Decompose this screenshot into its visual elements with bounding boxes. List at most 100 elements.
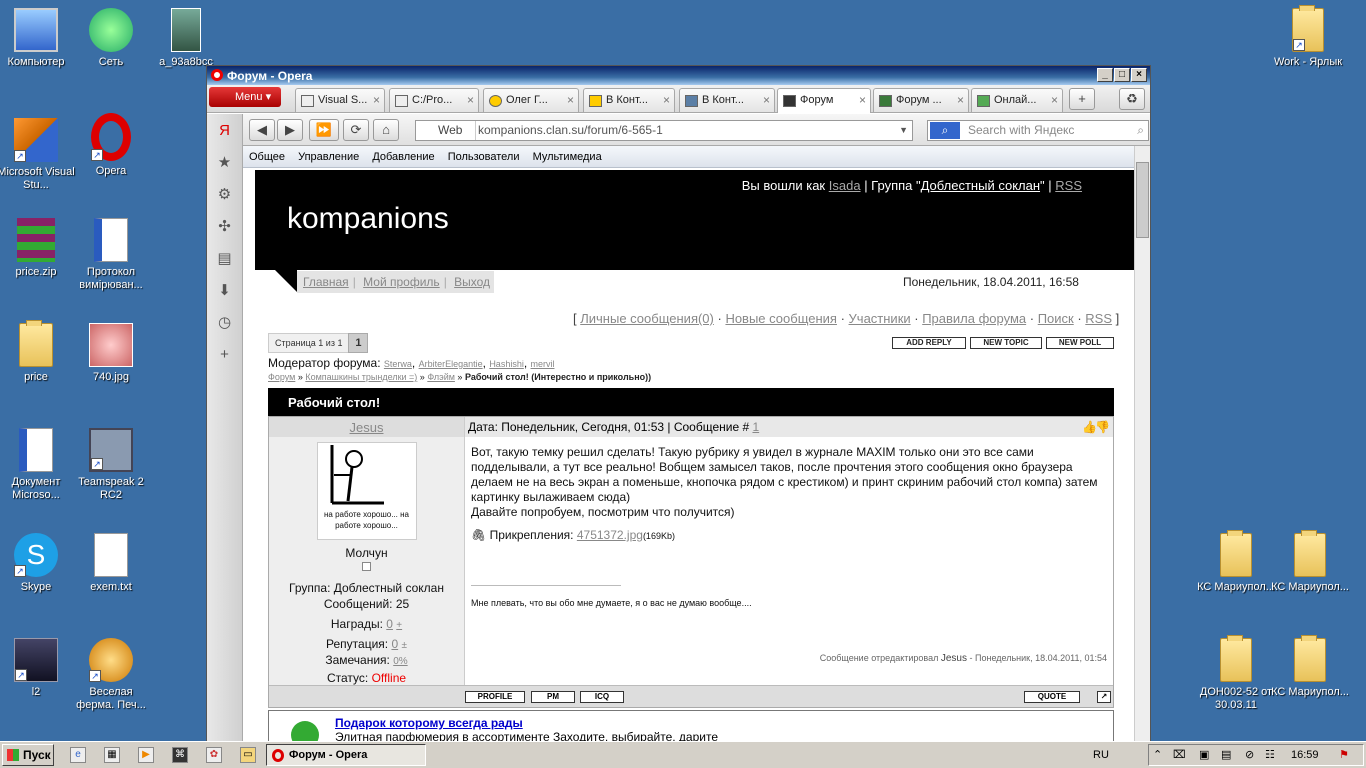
close-tab-icon[interactable]: × (373, 93, 380, 107)
desktop-icon-l2[interactable]: ↗ l2 (0, 638, 76, 699)
close-tab-icon[interactable]: × (763, 93, 770, 107)
add-reply-button[interactable]: ADD REPLY (892, 337, 966, 349)
desktop-icon-computer[interactable]: Компьютер (0, 8, 76, 69)
close-tab-icon[interactable]: × (467, 93, 474, 107)
thumbs-down-icon[interactable]: 👎 (1095, 420, 1110, 434)
language-indicator[interactable]: RU (1093, 749, 1109, 761)
private-messages-link[interactable]: Личные сообщения(0) (580, 311, 714, 326)
app-icon[interactable]: ✿ (206, 747, 222, 763)
terminal-icon[interactable]: ⌘ (172, 747, 188, 763)
flag-icon[interactable]: ⚑ (1339, 748, 1349, 761)
back-button[interactable]: ◀ (249, 119, 275, 141)
scroll-thumb[interactable] (1136, 162, 1149, 238)
window-titlebar[interactable]: Форум - Opera _ □ × (207, 66, 1150, 85)
media-player-icon[interactable]: ▶ (138, 747, 154, 763)
opera-menu-button[interactable]: Menu ▾ (209, 87, 281, 107)
tab-forum-2[interactable]: Форум ... × (873, 88, 969, 112)
tab-vkontakte-2[interactable]: В Конт... × (679, 88, 775, 112)
desktop-icon-740-jpg[interactable]: 740.jpg (71, 323, 151, 384)
close-button[interactable]: × (1131, 68, 1147, 82)
desktop-icon-price-zip[interactable]: price.zip (0, 218, 76, 279)
post-author-link[interactable]: Jesus (269, 417, 464, 437)
yandex-icon[interactable]: Я (216, 122, 234, 140)
desktop-icon-word-doc[interactable]: Документ Microso... (0, 428, 76, 502)
tab-oleg[interactable]: Олег Г... × (483, 88, 579, 112)
show-desktop-icon[interactable]: ▦ (104, 747, 120, 763)
rss-link[interactable]: RSS (1055, 178, 1082, 193)
desktop-icon-farm[interactable]: ↗ Веселая ферма. Печ... (71, 638, 151, 712)
breadcrumb-subforum[interactable]: Флэйм (427, 372, 455, 382)
reputation-plus-minus-icon[interactable]: ± (401, 640, 407, 651)
minimize-button[interactable]: _ (1097, 68, 1113, 82)
nav-profile[interactable]: Мой профиль (363, 275, 440, 289)
web-mode[interactable]: Web (420, 121, 476, 140)
post-number-link[interactable]: 1 (752, 420, 759, 434)
tray-expand-icon[interactable]: ⌃ (1153, 748, 1162, 761)
pm-button[interactable]: PM (531, 691, 575, 703)
forum-rules-link[interactable]: Правила форума (922, 311, 1026, 326)
desktop-icon-visual-studio[interactable]: ↗ Microsoft Visual Stu... (0, 118, 76, 192)
new-topic-button[interactable]: NEW TOPIC (970, 337, 1042, 349)
clock[interactable]: 16:59 (1291, 749, 1319, 761)
ucoz-menu-multimedia[interactable]: Мультимедиа (533, 151, 602, 163)
forward-button[interactable]: ▶ (277, 119, 303, 141)
trash-icon[interactable]: ♻ (1119, 88, 1145, 110)
desktop-icon-teamspeak[interactable]: ↗ Teamspeak 2 RC2 (71, 428, 151, 502)
tab-visual-studio[interactable]: Visual S... × (295, 88, 385, 112)
desktop-icon-ks-1[interactable]: КС Мариупол... (1196, 530, 1276, 594)
vertical-scrollbar[interactable] (1134, 146, 1150, 744)
desktop-icon-work[interactable]: ↗ Work - Ярлык (1268, 5, 1348, 69)
widgets-icon[interactable]: ⚙ (216, 186, 234, 204)
settings-icon[interactable]: ☷ (1265, 748, 1275, 761)
desktop-icon-protocol-doc[interactable]: Протокол вимірюван... (71, 218, 151, 292)
notes-icon[interactable]: ▤ (216, 250, 234, 268)
tab-vkontakte-1[interactable]: В Конт... × (583, 88, 675, 112)
site-title[interactable]: kompanions (287, 202, 449, 236)
moderator-link[interactable]: ArbiterElegantie (419, 359, 483, 369)
desktop-icon-ks-3[interactable]: КС Мариупол... (1270, 635, 1350, 699)
close-tab-icon[interactable]: × (859, 93, 866, 107)
desktop-icon-ks-2[interactable]: КС Мариупол... (1270, 530, 1350, 594)
desktop-icon-price-folder[interactable]: price (0, 320, 76, 384)
ucoz-menu-add[interactable]: Добавление (372, 151, 434, 163)
reload-button[interactable]: ⟳ (343, 119, 369, 141)
nav-logout[interactable]: Выход (454, 275, 490, 289)
close-tab-icon[interactable]: × (1051, 93, 1058, 107)
search-input[interactable]: ⌕ Search with Яндекс ⌕ (927, 120, 1149, 141)
new-messages-link[interactable]: Новые сообщения (725, 311, 837, 326)
close-tab-icon[interactable]: × (567, 93, 574, 107)
desktop-icon-opera[interactable]: ↗ Opera (71, 113, 151, 178)
desktop-icon-skype[interactable]: S ↗ Skype (0, 533, 76, 594)
moderator-link[interactable]: Sterwa (384, 359, 412, 369)
history-icon[interactable]: ◷ (216, 314, 234, 332)
device-icon[interactable]: ▣ (1199, 748, 1209, 761)
page-number[interactable]: 1 (348, 333, 369, 353)
search-engine-icon[interactable]: ⌕ (930, 122, 960, 139)
folder-icon[interactable]: ▭ (240, 747, 256, 763)
ucoz-menu-users[interactable]: Пользователи (448, 151, 520, 163)
tab-forum-active[interactable]: Форум × (777, 88, 871, 113)
close-tab-icon[interactable]: × (663, 93, 670, 107)
tab-local-file[interactable]: C:/Pro... × (389, 88, 479, 112)
breadcrumb-section[interactable]: Компашкины трынделки =) (305, 372, 417, 382)
attachment-link[interactable]: 4751372.jpg (577, 528, 643, 542)
user-link[interactable]: Isada (829, 178, 861, 193)
forum-rss-link[interactable]: RSS (1085, 311, 1112, 326)
bookmarks-icon[interactable]: ★ (216, 154, 234, 172)
maximize-button[interactable]: □ (1114, 68, 1130, 82)
add-award-icon[interactable]: + (396, 620, 402, 631)
network-icon[interactable]: ⌧ (1173, 748, 1186, 761)
unite-icon[interactable]: ✣ (216, 218, 234, 236)
breadcrumb-forum[interactable]: Форум (268, 372, 295, 382)
close-tab-icon[interactable]: × (957, 93, 964, 107)
nav-home[interactable]: Главная (303, 275, 349, 289)
quote-button[interactable]: QUOTE (1024, 691, 1080, 703)
fast-forward-button[interactable]: ⏩ (309, 119, 339, 141)
start-button[interactable]: Пуск (2, 744, 54, 766)
go-to-top-icon[interactable]: ↗ (1097, 691, 1111, 703)
volume-icon[interactable]: ⊘ (1245, 748, 1254, 761)
desktop-icon-exem-txt[interactable]: exem.txt (71, 533, 151, 594)
ie-icon[interactable]: e (70, 747, 86, 763)
desktop-icon-don[interactable]: ДОН002-52 от 30.03.11 (1196, 635, 1276, 712)
members-link[interactable]: Участники (849, 311, 911, 326)
